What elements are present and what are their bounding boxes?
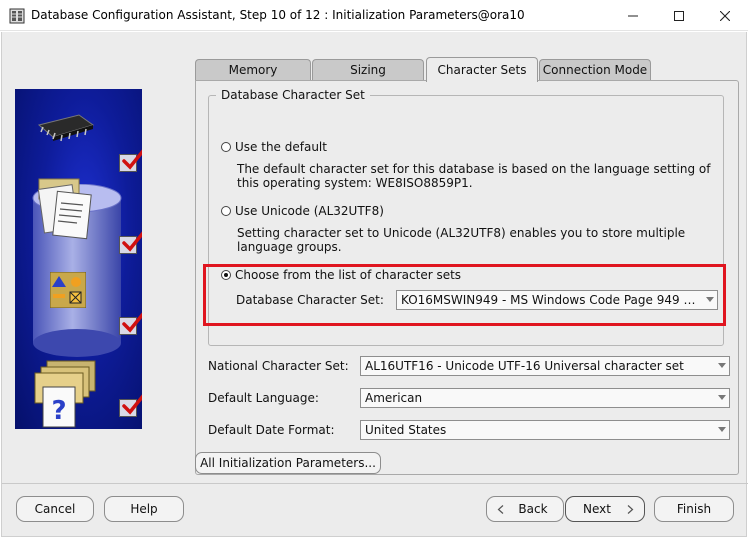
chevron-down-icon: [718, 395, 726, 400]
radio-circle[interactable]: [221, 206, 231, 216]
chevron-down-icon: [718, 427, 726, 432]
documents-icon: [37, 178, 92, 240]
step-2-checkbox: [119, 231, 142, 254]
tab-connection-mode[interactable]: Connection Mode: [539, 59, 651, 81]
all-init-params-button[interactable]: All Initialization Parameters...: [195, 452, 381, 474]
default-date-format-select[interactable]: United States: [360, 420, 730, 440]
minimize-icon: [628, 15, 638, 16]
title-bar: Database Configuration Assistant, Step 1…: [0, 0, 748, 31]
national-charset-select[interactable]: AL16UTF16 - Unicode UTF-16 Universal cha…: [360, 356, 730, 376]
shapes-icon: [50, 272, 86, 308]
folders-question-icon: ?: [34, 360, 96, 428]
select-value: AL16UTF16 - Unicode UTF-16 Universal cha…: [365, 359, 684, 373]
back-label: Back: [518, 502, 548, 516]
default-date-format-label: Default Date Format:: [208, 423, 335, 437]
highlight-box: [203, 264, 726, 326]
radio-label: Use Unicode (AL32UTF8): [235, 204, 384, 218]
step-3-checkbox: [119, 312, 142, 335]
checkmark-icon: [122, 149, 142, 170]
finish-button[interactable]: Finish: [654, 496, 734, 522]
tab-character-sets[interactable]: Character Sets: [426, 57, 538, 82]
chevron-down-icon: [718, 363, 726, 368]
checkmark-icon: [122, 312, 142, 333]
close-icon: [720, 10, 730, 21]
default-language-label: Default Language:: [208, 391, 319, 405]
tab-memory[interactable]: Memory: [195, 59, 311, 81]
window-title: Database Configuration Assistant, Step 1…: [31, 8, 525, 22]
chevron-left-icon: [497, 505, 504, 514]
footer-separator: [2, 483, 748, 484]
default-language-select[interactable]: American: [360, 388, 730, 408]
use-unicode-radio[interactable]: Use Unicode (AL32UTF8): [221, 204, 384, 218]
help-button[interactable]: Help: [104, 496, 184, 522]
wizard-illustration-panel: ?: [15, 89, 142, 429]
group-legend: Database Character Set: [216, 88, 370, 102]
radio-circle[interactable]: [221, 142, 231, 152]
use-default-radio[interactable]: Use the default: [221, 140, 327, 154]
step-1-checkbox: [119, 149, 142, 172]
memory-chip-icon: [37, 114, 95, 142]
select-value: United States: [365, 423, 447, 437]
tab-sizing[interactable]: Sizing: [312, 59, 424, 81]
cancel-button[interactable]: Cancel: [16, 496, 94, 522]
next-label: Next: [583, 502, 611, 516]
step-4-checkbox: [119, 394, 142, 417]
select-value: American: [365, 391, 423, 405]
checkmark-icon: [122, 231, 142, 252]
use-unicode-description: Setting character set to Unicode (AL32UT…: [237, 226, 686, 254]
minimize-button[interactable]: [610, 0, 656, 31]
use-default-description: The default character set for this datab…: [237, 162, 711, 190]
dialog-client-area: ? Memory Sizing Character Sets Connectio…: [1, 32, 748, 537]
database-app-icon: [9, 8, 25, 24]
maximize-button[interactable]: [656, 0, 702, 31]
back-button[interactable]: Back: [486, 496, 564, 522]
next-button[interactable]: Next: [565, 496, 645, 522]
radio-label: Use the default: [235, 140, 327, 154]
maximize-icon: [674, 10, 684, 21]
checkmark-icon: [122, 394, 142, 415]
chevron-right-icon: [627, 505, 634, 514]
svg-text:?: ?: [51, 396, 66, 426]
national-charset-label: National Character Set:: [208, 359, 349, 373]
close-button[interactable]: [702, 0, 748, 31]
